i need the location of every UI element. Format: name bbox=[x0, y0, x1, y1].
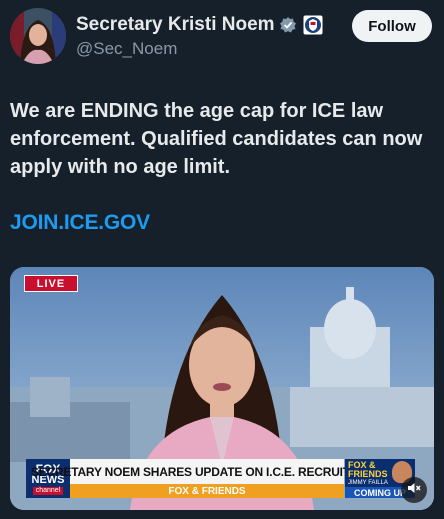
author-display-name[interactable]: Secretary Kristi Noem bbox=[76, 14, 275, 36]
follow-button[interactable]: Follow bbox=[352, 10, 432, 42]
show-bug-sub: JIMMY FAILLA bbox=[348, 480, 388, 486]
tweet-text: We are ENDING the age cap for ICE law en… bbox=[10, 100, 423, 178]
dhs-seal-icon bbox=[303, 15, 323, 35]
chyron-headline: SECRETARY NOEM SHARES UPDATE ON I.C.E. R… bbox=[31, 459, 383, 484]
mute-button[interactable] bbox=[401, 477, 427, 503]
video-player[interactable]: LIVE FOX NEWS channel SECRETARY NOEM SHA… bbox=[10, 267, 434, 510]
speaker-muted-icon bbox=[407, 481, 421, 500]
join-ice-link[interactable]: JOIN.ICE.GOV bbox=[10, 211, 150, 235]
chyron-subbar: FOX & FRIENDS bbox=[70, 484, 344, 498]
show-bug-title: FOX & FRIENDS bbox=[348, 460, 388, 479]
author-handle[interactable]: @Sec_Noem bbox=[76, 39, 177, 59]
fox-logo-line3: channel bbox=[32, 486, 64, 495]
tweet-card: Secretary Kristi Noem @Sec_Noem Follow W… bbox=[0, 0, 444, 519]
verified-badge-icon bbox=[279, 16, 297, 34]
live-badge: LIVE bbox=[24, 275, 78, 292]
author-name-row: Secretary Kristi Noem bbox=[76, 14, 323, 36]
avatar[interactable] bbox=[10, 8, 66, 64]
news-chyron: FOX NEWS channel SECRETARY NOEM SHARES U… bbox=[26, 459, 383, 498]
avatar-image bbox=[10, 8, 66, 64]
